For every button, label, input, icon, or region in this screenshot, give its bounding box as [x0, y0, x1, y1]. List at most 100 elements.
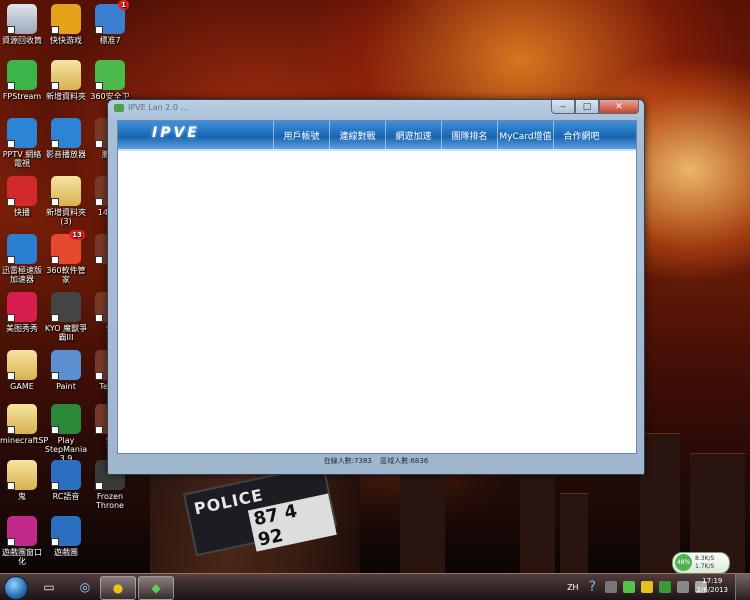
room-count: 區域人數:6836 — [380, 457, 429, 465]
game-club-icon — [51, 516, 81, 546]
game-club-icon — [7, 516, 37, 546]
desktop-icon[interactable]: 快播 — [0, 176, 44, 217]
nav-items: 用戶帳號 連線對戰 網遊加速 團隊排名 MyCard增值 合作網吧 — [273, 121, 609, 149]
download-speed: 1.7K/S — [695, 563, 715, 570]
desktop-icon-label: 新增資料夾 (3) — [46, 208, 86, 226]
desktop-icon-label: 360軟件管家 — [46, 266, 86, 284]
notification-badge: 13 — [69, 230, 85, 240]
desktop-icon[interactable]: GAME — [0, 350, 44, 391]
desktop-icon-label: 快播 — [14, 208, 30, 217]
desktop-icon-label: 資源回收筒 — [2, 36, 42, 45]
network-speed-widget[interactable]: 48% 8.3K/S 1.7K/S — [672, 552, 730, 574]
notification-badge: 1 — [118, 0, 129, 10]
content-area — [118, 151, 636, 453]
desktop-icon-label: 遊戲團 — [54, 548, 78, 557]
media-player-icon[interactable]: ◎ — [68, 576, 102, 598]
help-icon[interactable]: ? — [589, 579, 596, 595]
thunder-icon — [7, 234, 37, 264]
desktop-icon-label: 快快游戏 — [50, 36, 82, 45]
desktop-icon-label: 迅雷極速版加速器 — [2, 266, 42, 284]
desktop-icon[interactable]: Paint — [44, 350, 88, 391]
tray-arrow-icon[interactable] — [605, 581, 617, 593]
minimize-button[interactable]: ‒ — [551, 100, 575, 114]
play-circle-icon — [51, 118, 81, 148]
nav-bar: IPVE 用戶帳號 連線對戰 網遊加速 團隊排名 MyCard增值 合作網吧 — [118, 121, 636, 151]
meitu-icon — [7, 292, 37, 322]
online-count: 在線人數:7383 — [323, 457, 372, 465]
desktop-icon[interactable]: 13 360軟件管家 — [44, 230, 88, 284]
recycle-bin-icon — [7, 4, 37, 34]
desktop-icon-label: 標准7 — [99, 36, 121, 45]
desktop-icon-label: 新增資料夾 — [46, 92, 86, 101]
desktop-icon-label: 美图秀秀 — [6, 324, 38, 333]
folder-icon — [51, 176, 81, 206]
desktop-icon[interactable]: RC語音 — [44, 460, 88, 501]
rc-voice-icon — [51, 460, 81, 490]
qvod-icon — [7, 176, 37, 206]
network-percent: 48% — [675, 554, 692, 571]
desktop-icon[interactable]: 鬼 — [0, 460, 44, 501]
desktop-icon-label: KYO 魔獸爭霸III — [44, 324, 88, 342]
tray-app-icon[interactable] — [623, 581, 635, 593]
stepmania-icon — [51, 404, 81, 434]
desktop-icon[interactable]: 遊戲團 — [44, 516, 88, 557]
ipve-app-icon[interactable]: ◆ — [138, 576, 174, 600]
nav-mycard-topup[interactable]: MyCard增值 — [497, 121, 553, 149]
tray-app-icon[interactable] — [641, 581, 653, 593]
desktop-icon[interactable]: 資源回收筒 — [0, 4, 44, 45]
crown-game-icon — [51, 4, 81, 34]
close-button[interactable]: ✕ — [599, 100, 639, 114]
desktop-icon-label: Play StepMania 3.9 — [44, 436, 88, 463]
desktop-icon-label: 遊戲團窗口化 — [2, 548, 42, 566]
explorer-icon[interactable]: ▭ — [32, 576, 66, 598]
chrome-icon[interactable]: ● — [100, 576, 136, 600]
maximize-button[interactable]: □ — [575, 100, 599, 114]
nav-online-battle[interactable]: 連線對戰 — [329, 121, 385, 149]
building — [640, 433, 680, 574]
language-indicator[interactable]: ZH — [567, 583, 579, 592]
desktop-icon[interactable]: 新增資料夾 — [44, 60, 88, 101]
desktop-icon-label: 鬼 — [18, 492, 26, 501]
desktop-icon[interactable]: Play StepMania 3.9 — [44, 404, 88, 463]
desktop-icon-label: minecraftSP — [0, 436, 49, 445]
desktop-icon[interactable]: 新增資料夾 (3) — [44, 176, 88, 226]
clock[interactable]: 17:19 2/6/2013 — [697, 577, 728, 595]
nav-team-ranking[interactable]: 團隊排名 — [441, 121, 497, 149]
nav-user-account[interactable]: 用戶帳號 — [273, 121, 329, 149]
desktop-icon[interactable]: KYO 魔獸爭霸III — [44, 292, 88, 342]
desktop-icon-label: Paint — [56, 382, 76, 391]
pptv-icon — [7, 118, 37, 148]
start-button[interactable] — [4, 576, 28, 600]
clock-date: 2/6/2013 — [696, 586, 728, 594]
nav-partner-cafe[interactable]: 合作網吧 — [553, 121, 609, 149]
upload-speed: 8.3K/S — [695, 555, 715, 562]
show-desktop-button[interactable] — [735, 574, 750, 600]
paint-palette-icon — [51, 350, 81, 380]
grid-app-icon: 13 — [51, 230, 85, 264]
desktop-icon[interactable]: 遊戲團窗口化 — [0, 516, 44, 566]
window-title: IPVE Lan 2.0 ... — [128, 103, 189, 112]
desktop-icon[interactable]: 美图秀秀 — [0, 292, 44, 333]
folder-icon — [51, 60, 81, 90]
plus-shield-icon — [95, 60, 125, 90]
folder-icon — [7, 460, 37, 490]
window-controls: ‒ □ ✕ — [551, 100, 639, 114]
nav-game-accelerate[interactable]: 網遊加速 — [385, 121, 441, 149]
building — [560, 493, 588, 574]
desktop-icon[interactable]: 迅雷極速版加速器 — [0, 234, 44, 284]
building — [400, 473, 445, 574]
status-bar: 在線人數:7383 區域人數:6836 — [108, 454, 644, 468]
desktop-icon[interactable]: 影音播放器 — [44, 118, 88, 159]
ipve-window: IPVE Lan 2.0 ... ‒ □ ✕ IPVE 用戶帳號 連線對戰 網遊… — [107, 99, 645, 475]
tray-app-icon[interactable] — [659, 581, 671, 593]
desktop-icon[interactable]: minecraftSP — [0, 404, 49, 445]
desktop-icon[interactable]: 快快游戏 — [44, 4, 88, 45]
folder-icon — [7, 350, 37, 380]
title-bar[interactable]: IPVE Lan 2.0 ... ‒ □ ✕ — [108, 100, 644, 118]
desktop-icon[interactable]: PPTV 網絡電視 — [0, 118, 44, 168]
desktop-icon[interactable]: 1 標准7 — [88, 0, 132, 45]
desktop-icon[interactable]: FPStream — [0, 60, 44, 101]
ipve-logo: IPVE — [152, 125, 200, 141]
network-icon[interactable] — [677, 581, 689, 593]
warcraft-icon — [51, 292, 81, 322]
